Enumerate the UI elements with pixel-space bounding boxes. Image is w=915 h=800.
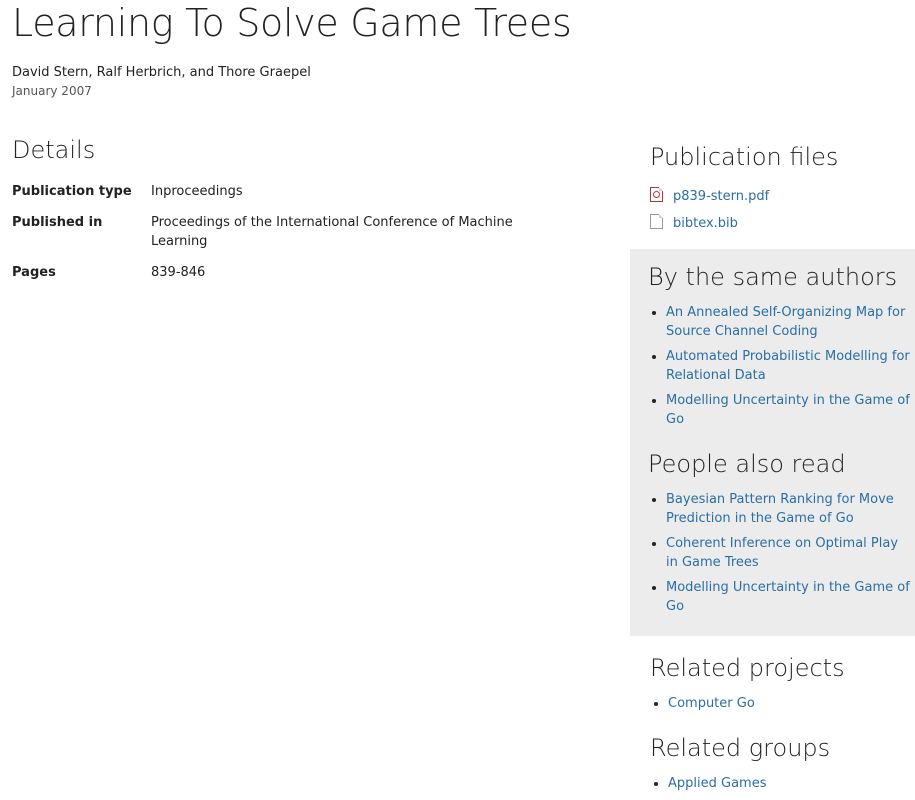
file-list: p839-stern.pdf bibtex.bib [650,183,915,237]
file-icon [650,214,663,229]
also-read-list: Bayesian Pattern Ranking for Move Predic… [648,490,910,616]
list-item: An Annealed Self-Organizing Map for Sour… [666,303,910,341]
details-value: Inproceedings [151,184,243,199]
same-authors-link[interactable]: Automated Probabilistic Modelling for Re… [666,349,910,383]
same-authors-list: An Annealed Self-Organizing Map for Sour… [648,303,910,429]
list-item: Computer Go [668,694,915,713]
list-item: Coherent Inference on Optimal Play in Ga… [666,534,910,572]
related-projects-list: Computer Go [650,694,915,713]
list-item: Applied Games [668,774,915,793]
same-authors-section: By the same authors An Annealed Self-Org… [648,261,910,435]
related-groups-list: Applied Games [650,774,915,793]
page-title: Learning To Solve Game Trees [12,1,572,45]
publication-files-heading: Publication files [650,143,839,171]
also-read-section: People also read Bayesian Pattern Rankin… [648,448,910,622]
details-label: Pages [12,265,56,280]
list-item: Modelling Uncertainty in the Game of Go [666,578,910,616]
related-projects-heading: Related projects [650,654,845,682]
details-label: Published in [12,215,103,230]
details-table: Publication type Inproceedings Published… [12,182,552,294]
publication-page: Learning To Solve Game Trees David Stern… [0,0,915,800]
details-heading: Details [12,136,96,164]
file-item-bib: bibtex.bib [650,210,915,237]
file-link-pdf[interactable]: p839-stern.pdf [673,189,769,204]
details-row-pages: Pages 839-846 [12,263,552,294]
also-read-link[interactable]: Coherent Inference on Optimal Play in Ga… [666,536,898,570]
also-read-link[interactable]: Modelling Uncertainty in the Game of Go [666,580,910,614]
list-item: Bayesian Pattern Ranking for Move Predic… [666,490,910,528]
details-label: Publication type [12,184,132,199]
related-group-link[interactable]: Applied Games [668,776,766,791]
pdf-file-icon [650,187,663,202]
publication-files-section: Publication files p839-stern.pdf bibtex.… [650,141,915,237]
related-project-link[interactable]: Computer Go [668,696,755,711]
details-row-published-in: Published in Proceedings of the Internat… [12,213,552,263]
same-authors-link[interactable]: Modelling Uncertainty in the Game of Go [666,393,910,427]
related-box: By the same authors An Annealed Self-Org… [630,249,915,636]
publication-date: January 2007 [12,84,92,98]
same-authors-heading: By the same authors [648,263,898,291]
list-item: Automated Probabilistic Modelling for Re… [666,347,910,385]
author-list: David Stern, Ralf Herbrich, and Thore Gr… [12,65,311,80]
same-authors-link[interactable]: An Annealed Self-Organizing Map for Sour… [666,305,905,339]
details-row-type: Publication type Inproceedings [12,182,552,213]
also-read-heading: People also read [648,450,846,478]
list-item: Modelling Uncertainty in the Game of Go [666,391,910,429]
file-item-pdf: p839-stern.pdf [650,183,915,210]
details-value: 839-846 [151,265,206,280]
related-groups-heading: Related groups [650,734,831,762]
details-value: Proceedings of the International Confere… [151,215,513,249]
file-link-bib[interactable]: bibtex.bib [673,216,738,231]
also-read-link[interactable]: Bayesian Pattern Ranking for Move Predic… [666,492,894,526]
related-groups-section: Related groups Applied Games [650,732,915,799]
related-projects-section: Related projects Computer Go [650,652,915,719]
